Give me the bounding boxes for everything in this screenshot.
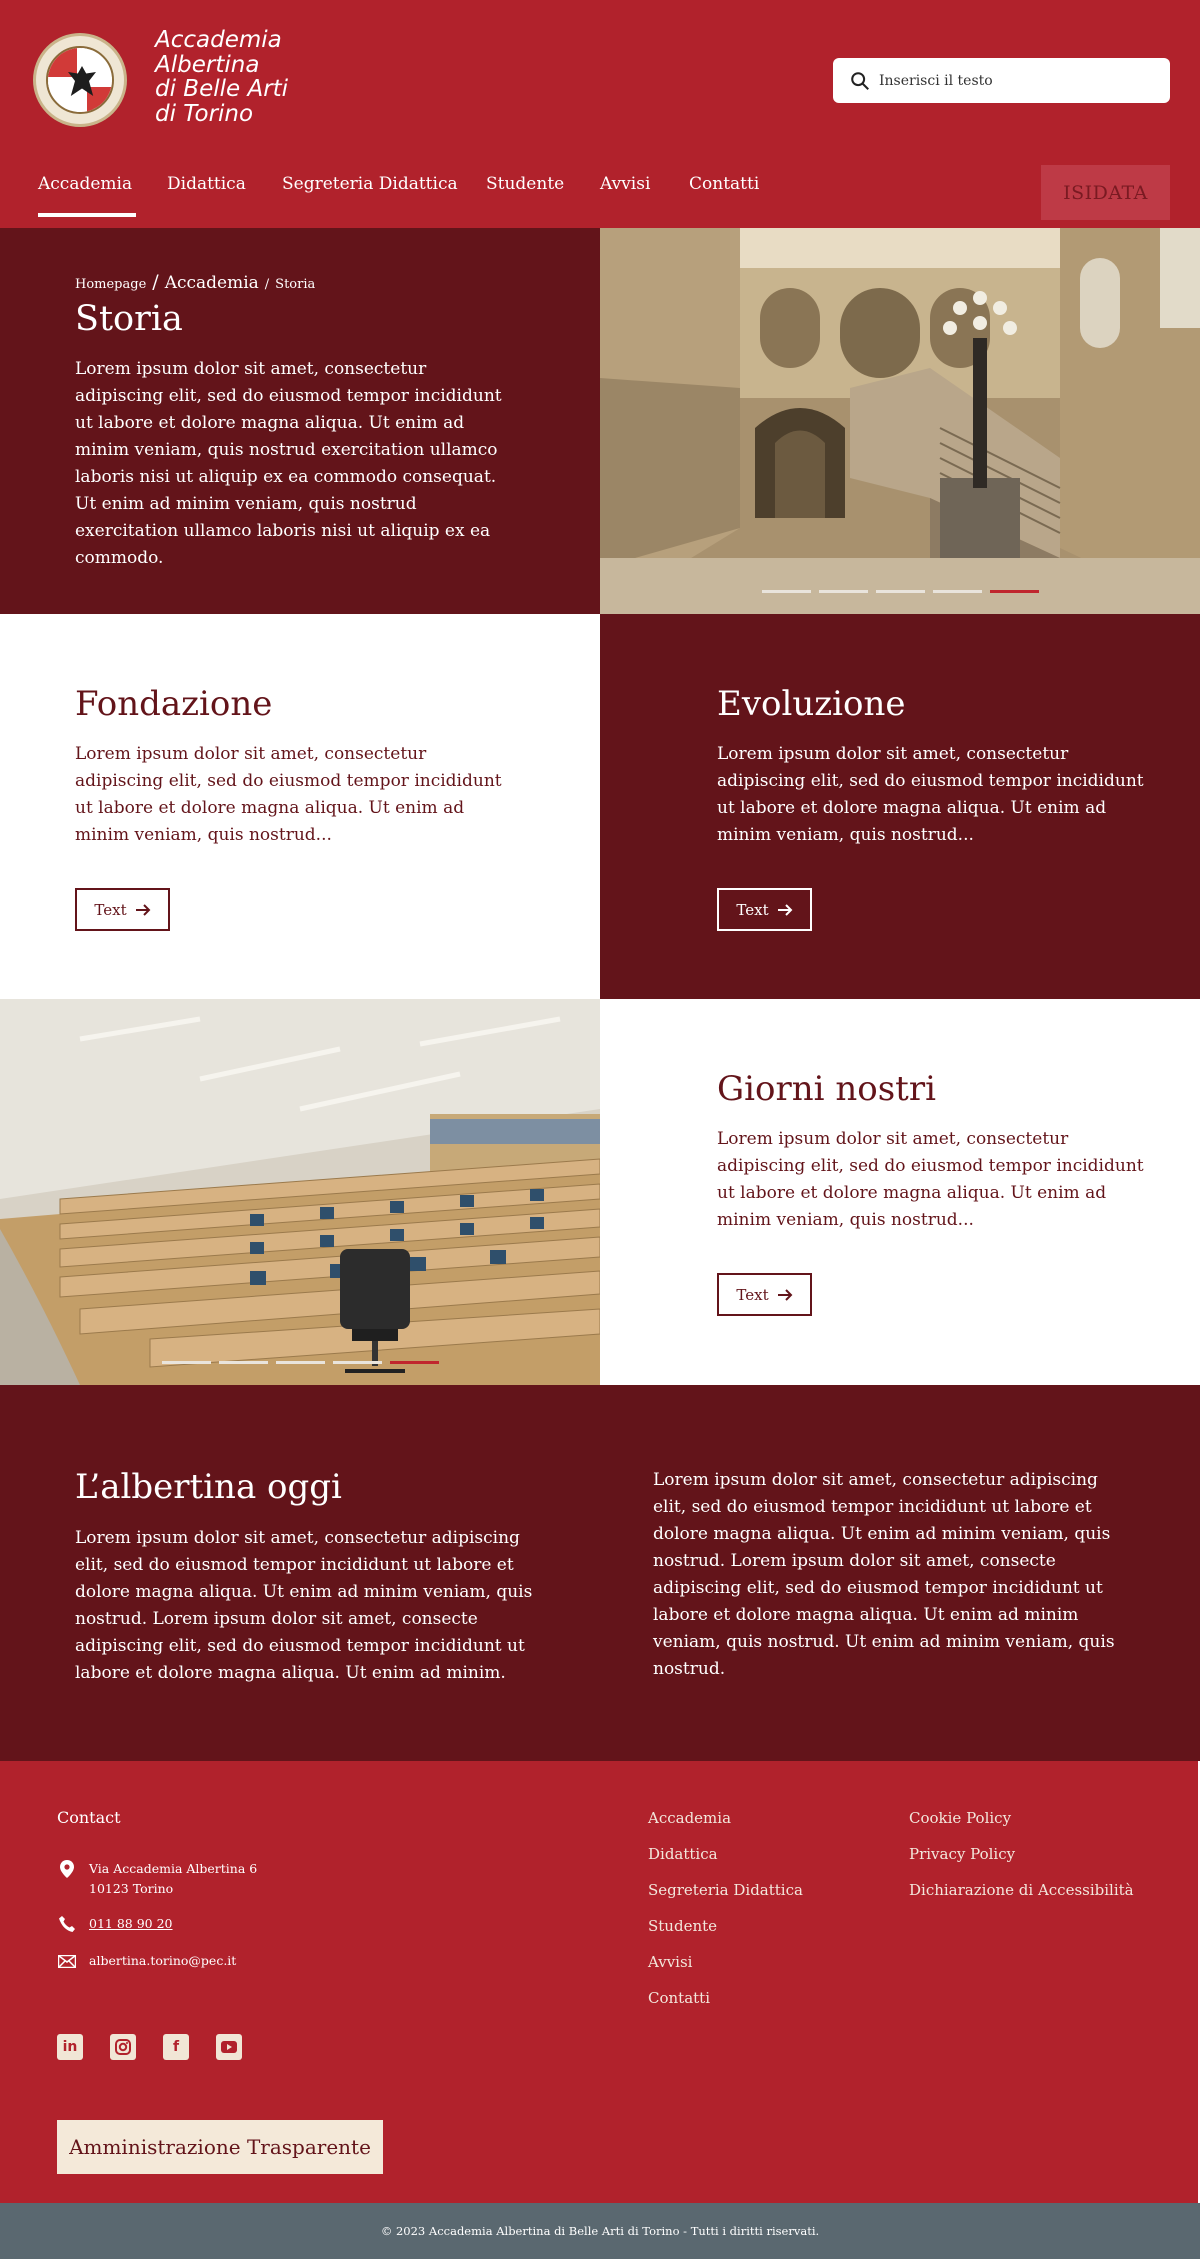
site-footer: Contact Via Accademia Albertina 6 10123 …: [0, 1761, 1200, 2203]
breadcrumb-separator: /: [264, 277, 270, 292]
hero-text: Lorem ipsum dolor sit amet, consectetur …: [75, 359, 502, 568]
arrow-right-icon: [135, 903, 151, 916]
footer-nav-links: Accademia Didattica Segreteria Didattica…: [648, 1805, 803, 2021]
logo-line: di Belle Arti: [155, 76, 289, 102]
isidata-button[interactable]: ISIDATA: [1041, 165, 1170, 220]
instagram-icon[interactable]: [110, 2034, 136, 2060]
search-input[interactable]: [879, 58, 1159, 103]
copyright-bar: © 2023 Accademia Albertina di Belle Arti…: [0, 2203, 1200, 2259]
hero-image-staircase: [600, 228, 1200, 614]
section-fondazione: Fondazione Lorem ipsum dolor sit amet, c…: [0, 614, 600, 1000]
breadcrumb: Homepage / Accademia / Storia: [75, 271, 315, 293]
logo-line: Albertina: [155, 51, 260, 78]
section-text: Lorem ipsum dolor sit amet, consectetur …: [717, 1129, 1144, 1230]
nav-item-accademia[interactable]: Accademia: [38, 174, 137, 218]
nav-item-avvisi[interactable]: Avvisi: [600, 174, 650, 218]
footer-link-avvisi[interactable]: Avvisi: [648, 1949, 803, 1985]
carousel-dot-active[interactable]: [990, 590, 1039, 593]
address-line: 10123 Torino: [89, 1881, 174, 1896]
address-line: Via Accademia Albertina 6: [89, 1861, 258, 1876]
fondazione-button[interactable]: Text: [75, 888, 170, 931]
youtube-icon[interactable]: [216, 2034, 242, 2060]
hero-panel: Homepage / Accademia / Storia Storia Lor…: [0, 228, 600, 614]
carousel-dot[interactable]: [276, 1361, 325, 1364]
lecture-hall-photo: [0, 999, 600, 1385]
footer-address: Via Accademia Albertina 6 10123 Torino: [57, 1859, 257, 1899]
section-title: L’albertina oggi: [75, 1467, 342, 1507]
giorni-nostri-button[interactable]: Text: [717, 1273, 812, 1316]
arrow-right-icon: [777, 1288, 793, 1301]
carousel-dot[interactable]: [933, 590, 982, 593]
email-link[interactable]: albertina.torino@pec.it: [89, 1951, 236, 1971]
footer-link-didattica[interactable]: Didattica: [648, 1841, 803, 1877]
breadcrumb-accademia[interactable]: Accademia: [165, 273, 259, 293]
logo-text[interactable]: Accademia Albertina di Belle Arti di Tor…: [155, 28, 295, 126]
carousel-dot[interactable]: [162, 1361, 211, 1364]
location-pin-icon: [57, 1859, 77, 1879]
carousel-dot[interactable]: [762, 590, 811, 593]
carousel-dot[interactable]: [219, 1361, 268, 1364]
social-links: in f: [57, 2034, 242, 2060]
section-text-right: Lorem ipsum dolor sit amet, consectetur …: [653, 1470, 1115, 1679]
footer-contact-title: Contact: [57, 1808, 121, 1827]
section-text-left: Lorem ipsum dolor sit amet, consectetur …: [75, 1528, 533, 1683]
footer-link-privacy-policy[interactable]: Privacy Policy: [909, 1841, 1134, 1877]
footer-phone: 011 88 90 20: [57, 1914, 173, 1934]
logo-line: di Torino: [155, 100, 254, 127]
nav-item-didattica[interactable]: Didattica: [167, 174, 246, 218]
breadcrumb-current: Storia: [275, 277, 316, 292]
carousel-indicators: [762, 590, 1039, 593]
section-text: Lorem ipsum dolor sit amet, consectetur …: [75, 744, 502, 845]
logo-seal-icon[interactable]: [33, 33, 127, 127]
carousel-dot-active[interactable]: [390, 1361, 439, 1364]
page-title: Storia: [75, 299, 183, 339]
button-label: Text: [94, 900, 127, 919]
footer-link-cookie-policy[interactable]: Cookie Policy: [909, 1805, 1134, 1841]
arrow-right-icon: [777, 903, 793, 916]
carousel-dot[interactable]: [819, 590, 868, 593]
evoluzione-button[interactable]: Text: [717, 888, 812, 931]
footer-link-accademia[interactable]: Accademia: [648, 1805, 803, 1841]
button-label: Text: [736, 900, 769, 919]
button-label: Text: [736, 1285, 769, 1304]
linkedin-icon[interactable]: in: [57, 2034, 83, 2060]
footer-link-segreteria-didattica[interactable]: Segreteria Didattica: [648, 1877, 803, 1913]
section-title: Fondazione: [75, 684, 273, 724]
logo-line: Accademia: [155, 27, 282, 53]
breadcrumb-home[interactable]: Homepage: [75, 277, 146, 292]
carousel-dot[interactable]: [333, 1361, 382, 1364]
mail-icon: [57, 1951, 77, 1971]
search-box: [833, 58, 1170, 103]
section-title: Giorni nostri: [717, 1069, 936, 1109]
breadcrumb-separator: /: [152, 271, 159, 293]
nav-item-contatti[interactable]: Contatti: [689, 174, 759, 218]
lecture-hall-image: [0, 999, 600, 1385]
carousel-dot[interactable]: [876, 590, 925, 593]
nav-item-segreteria-didattica[interactable]: Segreteria Didattica: [282, 174, 458, 218]
footer-link-contatti[interactable]: Contatti: [648, 1985, 803, 2021]
section-evoluzione: Evoluzione Lorem ipsum dolor sit amet, c…: [600, 614, 1200, 1000]
footer-link-studente[interactable]: Studente: [648, 1913, 803, 1949]
carousel-indicators: [162, 1361, 439, 1364]
nav-item-studente[interactable]: Studente: [486, 174, 564, 218]
section-albertina-oggi: L’albertina oggi Lorem ipsum dolor sit a…: [0, 1385, 1200, 1761]
section-text: Lorem ipsum dolor sit amet, consectetur …: [717, 744, 1144, 845]
search-icon[interactable]: [849, 70, 871, 92]
section-giorni-nostri: Giorni nostri Lorem ipsum dolor sit amet…: [600, 999, 1200, 1385]
footer-legal-links: Cookie Policy Privacy Policy Dichiarazio…: [909, 1805, 1134, 1913]
footer-link-accessibilita[interactable]: Dichiarazione di Accessibilità: [909, 1877, 1134, 1913]
section-title: Evoluzione: [717, 684, 906, 724]
phone-link[interactable]: 011 88 90 20: [89, 1914, 173, 1934]
staircase-image: [600, 228, 1200, 614]
phone-icon: [57, 1914, 77, 1934]
amministrazione-trasparente-button[interactable]: Amministrazione Trasparente: [57, 2120, 383, 2174]
copyright-text: © 2023 Accademia Albertina di Belle Arti…: [380, 2224, 820, 2238]
site-header: Accademia Albertina di Belle Arti di Tor…: [0, 0, 1200, 228]
footer-email: albertina.torino@pec.it: [57, 1951, 236, 1971]
facebook-icon[interactable]: f: [163, 2034, 189, 2060]
